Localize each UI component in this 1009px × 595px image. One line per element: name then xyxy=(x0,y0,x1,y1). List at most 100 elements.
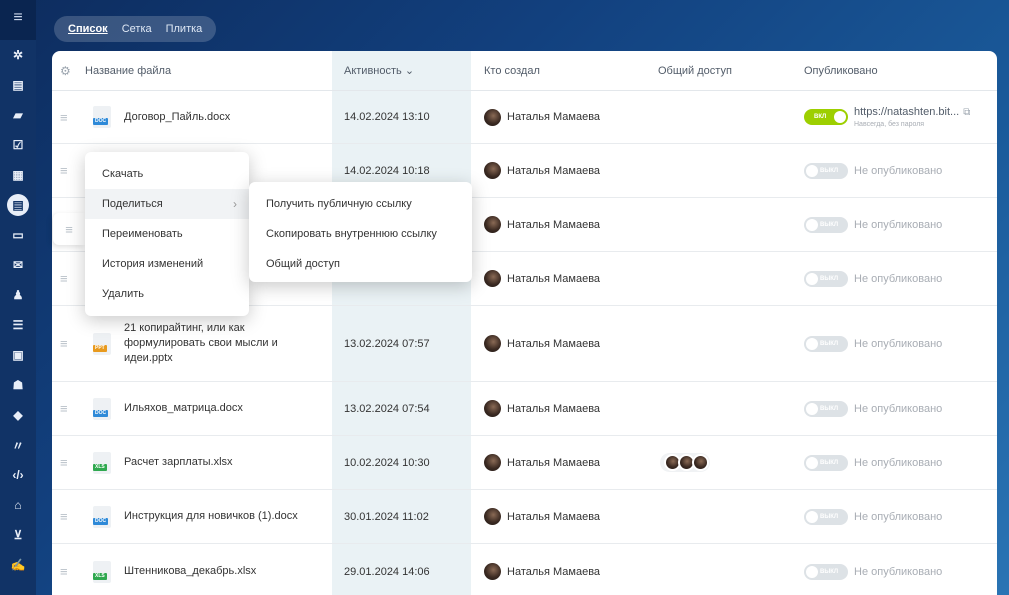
table-row[interactable]: ≡ XLS Расчет зарплаты.xlsx 10.02.2024 10:… xyxy=(52,436,997,490)
toggle-label: ВЫКЛ xyxy=(820,513,839,520)
drag-handle-icon[interactable]: ≡ xyxy=(60,91,68,143)
toggle-knob xyxy=(806,510,818,523)
toggle-knob xyxy=(806,164,818,177)
file-type-badge: XLS xyxy=(93,572,107,580)
creator[interactable]: Наталья Мамаева xyxy=(484,436,600,489)
publish-toggle[interactable]: ВЫКЛ xyxy=(804,335,848,352)
table-row[interactable]: ≡ DOC Ильяхов_матрица.docx 13.02.2024 07:… xyxy=(52,382,997,436)
table-row[interactable]: ≡ DOC Договор_Пайль.docx 14.02.2024 13:10… xyxy=(52,91,997,144)
creator-name: Наталья Мамаева xyxy=(507,402,601,415)
publish-toggle[interactable]: ВЫКЛ xyxy=(804,508,848,525)
toggle-label: ВЫКЛ xyxy=(820,167,839,174)
row-drag-handle-active[interactable]: ≡ xyxy=(53,213,85,245)
toggle-knob xyxy=(834,111,846,123)
feed-icon[interactable]: ▤ xyxy=(0,70,36,100)
view-tile-tab[interactable]: Плитка xyxy=(166,23,203,35)
drag-handle-icon[interactable]: ≡ xyxy=(60,144,68,197)
view-grid-tab[interactable]: Сетка xyxy=(122,23,152,35)
col-published[interactable]: Опубликовано xyxy=(804,51,878,91)
creator[interactable]: Наталья Мамаева xyxy=(484,144,600,197)
apps-icon[interactable]: ✲ xyxy=(0,40,36,70)
toggle-knob xyxy=(806,456,818,469)
employees-icon[interactable]: ♟ xyxy=(0,280,36,310)
menu-share[interactable]: Поделиться › xyxy=(85,189,249,219)
menu-history[interactable]: История изменений xyxy=(85,249,249,279)
settings-icon[interactable]: ⚙ xyxy=(60,51,71,91)
table-row[interactable]: ≡ XLS Штенникова_декабрь.xlsx 29.01.2024 … xyxy=(52,544,997,595)
menu-icon[interactable]: ≡ xyxy=(0,0,36,36)
tasks-icon[interactable]: ☑ xyxy=(0,130,36,160)
menu-download[interactable]: Скачать xyxy=(85,159,249,189)
cart-icon[interactable]: ⊻ xyxy=(0,520,36,550)
drag-handle-icon[interactable]: ≡ xyxy=(60,306,68,381)
file-name[interactable]: 21 копирайтинг, или как формулировать св… xyxy=(124,306,324,381)
published-cell: ВКЛ https://natashten.bit... ⧉ Навсегда, … xyxy=(804,91,970,143)
col-shared[interactable]: Общий доступ xyxy=(658,51,732,91)
publish-toggle[interactable]: ВЫКЛ xyxy=(804,270,848,287)
publish-toggle[interactable]: ВКЛ xyxy=(804,109,848,125)
mail-icon[interactable]: ✉ xyxy=(0,250,36,280)
drag-handle-icon[interactable]: ≡ xyxy=(60,382,68,435)
col-creator[interactable]: Кто создал xyxy=(484,51,540,91)
store-icon[interactable]: ⌂ xyxy=(0,490,36,520)
file-type-badge: XLS xyxy=(93,463,107,471)
drag-handle-icon[interactable]: ≡ xyxy=(60,436,68,489)
copy-icon[interactable]: ⧉ xyxy=(963,107,970,118)
col-name[interactable]: Название файла xyxy=(85,51,171,91)
submenu-internal-link[interactable]: Скопировать внутреннюю ссылку xyxy=(249,219,472,249)
left-sidebar: ≡ ✲ ▤ ▰ ☑ ▦ ▤ ▭ ✉ ♟ ☰ ▣ ☗ ◆ 〃 ‹/› ⌂ ⊻ ✍ xyxy=(0,0,36,595)
creator[interactable]: Наталья Мамаева xyxy=(484,544,600,595)
publish-toggle[interactable]: ВЫКЛ xyxy=(804,216,848,233)
creator[interactable]: Наталья Мамаева xyxy=(484,382,600,435)
table-header: ⚙ Название файла Активность ⌄ Кто создал… xyxy=(52,51,997,91)
creator[interactable]: Наталья Мамаева xyxy=(484,91,600,143)
activity-date: 29.01.2024 14:06 xyxy=(344,565,430,578)
file-name[interactable]: Ильяхов_матрица.docx xyxy=(124,382,324,435)
filter-icon[interactable]: ☰ xyxy=(0,310,36,340)
publish-toggle[interactable]: ВЫКЛ xyxy=(804,400,848,417)
file-name[interactable]: Инструкция для новичков (1).docx xyxy=(124,490,324,543)
public-link[interactable]: https://natashten.bit... ⧉ xyxy=(854,105,970,120)
drag-handle-icon[interactable]: ≡ xyxy=(60,490,68,543)
col-activity[interactable]: Активность ⌄ xyxy=(344,51,414,91)
box-icon[interactable]: ◆ xyxy=(0,400,36,430)
sign-icon[interactable]: ✍ xyxy=(0,550,36,580)
drive-icon[interactable]: ▭ xyxy=(0,220,36,250)
creator[interactable]: Наталья Мамаева xyxy=(484,252,600,305)
code-icon[interactable]: ‹/› xyxy=(0,460,36,490)
drag-handle-icon[interactable]: ≡ xyxy=(60,544,68,595)
documents-icon[interactable]: ▤ xyxy=(0,190,36,220)
creator[interactable]: Наталья Мамаева xyxy=(484,490,600,543)
published-cell: ВЫКЛ Не опубликовано xyxy=(804,544,942,595)
chat-icon[interactable]: ▰ xyxy=(0,100,36,130)
table-row[interactable]: ≡ PPT 21 копирайтинг, или как формулиров… xyxy=(52,306,997,382)
creator-name: Наталья Мамаева xyxy=(507,337,601,350)
publish-toggle[interactable]: ВЫКЛ xyxy=(804,454,848,471)
submenu-public-link[interactable]: Получить публичную ссылку xyxy=(249,189,472,219)
file-name[interactable]: Штенникова_декабрь.xlsx xyxy=(124,544,324,595)
creator[interactable]: Наталья Мамаева xyxy=(484,306,600,381)
file-type-badge: DOC xyxy=(93,118,109,125)
file-name[interactable]: Расчет зарплаты.xlsx xyxy=(124,436,324,489)
view-list-tab[interactable]: Список xyxy=(68,23,108,35)
activity-date: 13.02.2024 07:57 xyxy=(344,337,430,350)
toggle-label: ВЫКЛ xyxy=(820,405,839,412)
creator[interactable]: Наталья Мамаева xyxy=(484,198,600,251)
avatar xyxy=(484,270,501,287)
publish-toggle[interactable]: ВЫКЛ xyxy=(804,563,848,580)
publish-toggle[interactable]: ВЫКЛ xyxy=(804,162,848,179)
public-link-note: Навсегда, без пароля xyxy=(854,120,925,128)
menu-delete[interactable]: Удалить xyxy=(85,279,249,309)
shared-access[interactable] xyxy=(660,436,710,489)
robot-icon[interactable]: ☗ xyxy=(0,370,36,400)
drag-handle-icon[interactable]: ≡ xyxy=(60,252,68,305)
submenu-shared-access[interactable]: Общий доступ xyxy=(249,249,472,279)
calendar-icon[interactable]: ▦ xyxy=(0,160,36,190)
marketing-icon[interactable]: 〃 xyxy=(0,430,36,460)
contacts-icon[interactable]: ▣ xyxy=(0,340,36,370)
menu-rename[interactable]: Переименовать xyxy=(85,219,249,249)
not-published-text: Не опубликовано xyxy=(854,456,943,469)
file-name[interactable]: Договор_Пайль.docx xyxy=(124,91,324,143)
menu-share-label: Поделиться xyxy=(102,198,163,210)
table-row[interactable]: ≡ DOC Инструкция для новичков (1).docx 30… xyxy=(52,490,997,544)
